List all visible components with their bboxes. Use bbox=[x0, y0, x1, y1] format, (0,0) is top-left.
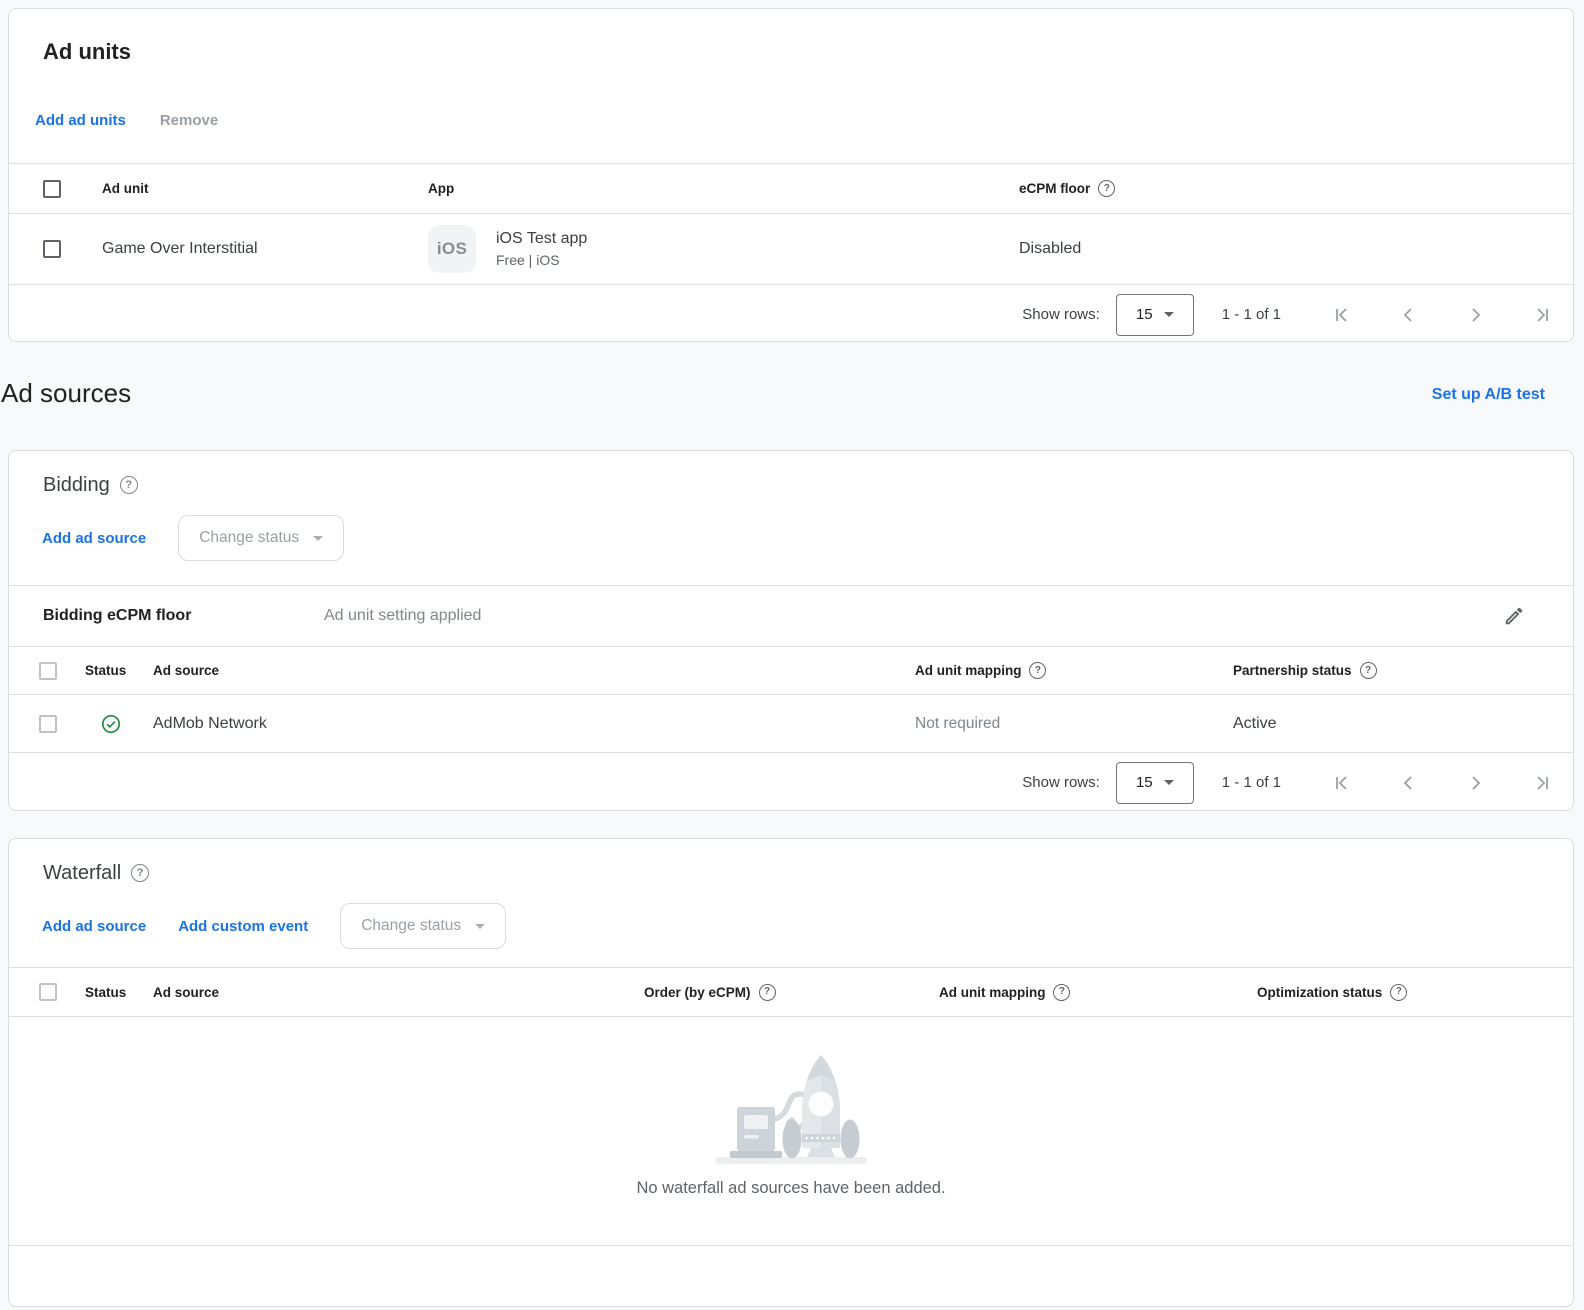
ad-units-card: Ad units Add ad units Remove Ad unit App… bbox=[8, 8, 1574, 342]
add-ad-source-button[interactable]: Add ad source bbox=[42, 530, 146, 547]
bidding-actions: Add ad source Change status bbox=[42, 515, 1573, 561]
column-header-partnership-status: Partnership status ? bbox=[1233, 662, 1573, 679]
waterfall-title: Waterfall ? bbox=[43, 861, 1573, 885]
first-page-icon[interactable] bbox=[1331, 303, 1355, 327]
column-header-status: Status bbox=[85, 663, 153, 678]
add-custom-event-button[interactable]: Add custom event bbox=[178, 918, 308, 935]
empty-state-message: No waterfall ad sources have been added. bbox=[636, 1179, 945, 1198]
column-header-ecpm-floor: eCPM floor ? bbox=[1019, 180, 1573, 197]
column-header-ad-unit: Ad unit bbox=[102, 181, 428, 196]
help-icon[interactable]: ? bbox=[1390, 984, 1407, 1001]
row-checkbox[interactable] bbox=[39, 715, 57, 733]
rocket-fuel-pump-illustration bbox=[713, 1047, 869, 1165]
column-header-optimization-status: Optimization status ? bbox=[1257, 984, 1573, 1001]
bidding-card: Bidding ? Add ad source Change status Bi… bbox=[8, 450, 1574, 811]
waterfall-card: Waterfall ? Add ad source Add custom eve… bbox=[8, 838, 1574, 1307]
add-ad-units-button[interactable]: Add ad units bbox=[35, 112, 126, 129]
edit-pencil-icon[interactable] bbox=[1503, 605, 1525, 627]
last-page-icon[interactable] bbox=[1529, 303, 1553, 327]
show-rows-label: Show rows: bbox=[1022, 774, 1100, 791]
pagination-range: 1 - 1 of 1 bbox=[1222, 306, 1281, 323]
active-status-check-icon bbox=[101, 714, 153, 734]
dropdown-caret-icon bbox=[1164, 780, 1174, 785]
ad-units-table-header: Ad unit App eCPM floor ? bbox=[9, 163, 1573, 214]
ios-app-icon: iOS bbox=[428, 225, 476, 273]
column-header-ad-unit-mapping: Ad unit mapping ? bbox=[939, 984, 1257, 1001]
previous-page-icon[interactable] bbox=[1397, 771, 1421, 795]
column-header-order-by-ecpm: Order (by eCPM) ? bbox=[644, 984, 939, 1001]
dropdown-caret-icon bbox=[475, 924, 485, 929]
remove-button: Remove bbox=[160, 112, 218, 129]
ad-source-name: AdMob Network bbox=[153, 715, 915, 733]
help-icon[interactable]: ? bbox=[1360, 662, 1377, 679]
change-status-button: Change status bbox=[178, 515, 344, 561]
waterfall-table-header: Status Ad source Order (by eCPM) ? Ad un… bbox=[9, 967, 1573, 1017]
help-icon[interactable]: ? bbox=[1053, 984, 1070, 1001]
ad-sources-section: Ad sources Set up A/B test bbox=[0, 374, 1584, 418]
last-page-icon[interactable] bbox=[1529, 771, 1553, 795]
show-rows-label: Show rows: bbox=[1022, 306, 1100, 323]
bidding-table-row[interactable]: AdMob Network Not required Active bbox=[9, 695, 1573, 752]
help-icon[interactable]: ? bbox=[759, 984, 776, 1001]
bidding-table-header: Status Ad source Ad unit mapping ? Partn… bbox=[9, 646, 1573, 695]
help-icon[interactable]: ? bbox=[1098, 180, 1115, 197]
bidding-ecpm-floor-row: Bidding eCPM floor Ad unit setting appli… bbox=[9, 585, 1573, 646]
bidding-title: Bidding ? bbox=[43, 473, 1573, 497]
bidding-pagination: Show rows: 15 1 - 1 of 1 bbox=[9, 752, 1573, 811]
waterfall-card-footer bbox=[9, 1245, 1573, 1307]
ad-units-actions: Add ad units Remove bbox=[35, 108, 1573, 132]
dropdown-caret-icon bbox=[313, 536, 323, 541]
select-all-checkbox[interactable] bbox=[43, 180, 61, 198]
help-icon[interactable]: ? bbox=[120, 476, 138, 494]
rows-per-page-select[interactable]: 15 bbox=[1116, 294, 1194, 336]
dropdown-caret-icon bbox=[1164, 312, 1174, 317]
next-page-icon[interactable] bbox=[1463, 303, 1487, 327]
change-status-button: Change status bbox=[340, 903, 506, 949]
waterfall-actions: Add ad source Add custom event Change st… bbox=[42, 903, 1573, 949]
setup-ab-test-link[interactable]: Set up A/B test bbox=[1432, 386, 1545, 404]
ecpm-floor-value: Disabled bbox=[1019, 240, 1573, 258]
app-name: iOS Test app bbox=[496, 229, 587, 249]
column-header-ad-source: Ad source bbox=[153, 985, 644, 1000]
first-page-icon[interactable] bbox=[1331, 771, 1355, 795]
partnership-status-value: Active bbox=[1233, 715, 1573, 733]
next-page-icon[interactable] bbox=[1463, 771, 1487, 795]
select-all-checkbox[interactable] bbox=[39, 983, 57, 1001]
ad-unit-name: Game Over Interstitial bbox=[102, 240, 428, 258]
waterfall-empty-state: No waterfall ad sources have been added. bbox=[9, 1017, 1573, 1245]
column-header-status: Status bbox=[85, 985, 153, 1000]
ad-units-title: Ad units bbox=[43, 39, 1573, 65]
pagination-range: 1 - 1 of 1 bbox=[1222, 774, 1281, 791]
app-meta: Free | iOS bbox=[496, 251, 587, 269]
rows-per-page-select[interactable]: 15 bbox=[1116, 762, 1194, 804]
previous-page-icon[interactable] bbox=[1397, 303, 1421, 327]
app-cell: iOS iOS Test app Free | iOS bbox=[428, 225, 1019, 273]
row-checkbox[interactable] bbox=[43, 240, 61, 258]
column-header-ad-source: Ad source bbox=[153, 663, 915, 678]
add-ad-source-button[interactable]: Add ad source bbox=[42, 918, 146, 935]
ad-unit-table-row[interactable]: Game Over Interstitial iOS iOS Test app … bbox=[9, 214, 1573, 284]
bidding-ecpm-floor-label: Bidding eCPM floor bbox=[43, 607, 324, 625]
ad-unit-mapping-value: Not required bbox=[915, 715, 1233, 733]
ad-sources-title: Ad sources bbox=[1, 378, 131, 409]
column-header-ad-unit-mapping: Ad unit mapping ? bbox=[915, 662, 1233, 679]
bidding-ecpm-floor-value: Ad unit setting applied bbox=[324, 607, 481, 625]
column-header-app: App bbox=[428, 181, 1019, 196]
help-icon[interactable]: ? bbox=[131, 864, 149, 882]
select-all-checkbox[interactable] bbox=[39, 662, 57, 680]
help-icon[interactable]: ? bbox=[1029, 662, 1046, 679]
ad-units-pagination: Show rows: 15 1 - 1 of 1 bbox=[9, 284, 1573, 342]
